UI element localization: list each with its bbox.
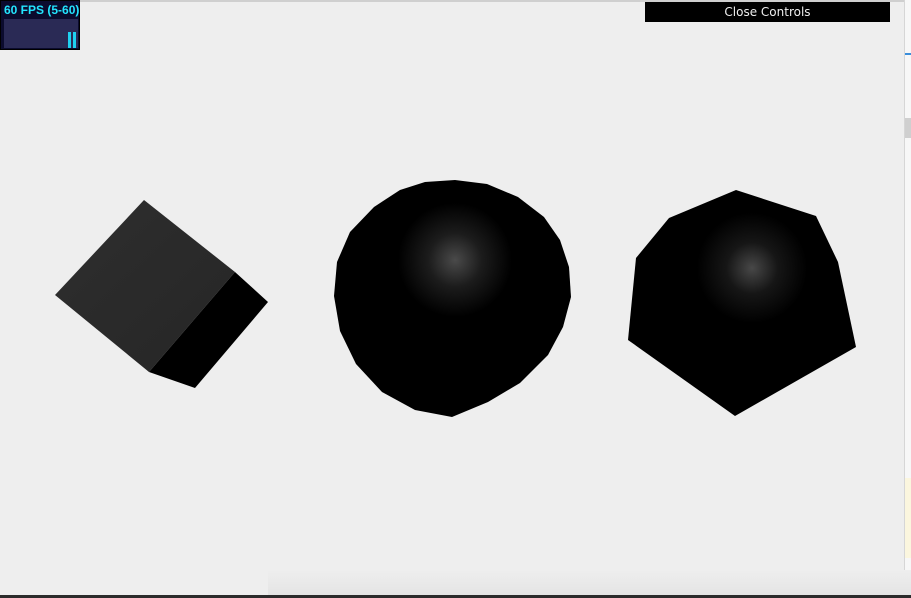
fps-graph-bar <box>68 32 71 48</box>
webgl-canvas[interactable]: 60 FPS (5-60) Close Controls <box>0 0 911 598</box>
side-panel-edge <box>905 478 911 558</box>
fps-stats-panel[interactable]: 60 FPS (5-60) <box>0 0 80 50</box>
scene-render <box>55 180 856 417</box>
scrollbar-thumb[interactable] <box>905 118 911 138</box>
fps-label: 60 FPS (5-60) <box>4 3 80 17</box>
bottom-panel-edge <box>268 570 911 596</box>
scrollbar-accent <box>905 53 911 55</box>
icosahedron-object <box>628 190 856 416</box>
cube-object <box>55 200 268 388</box>
close-controls-button[interactable]: Close Controls <box>645 2 890 22</box>
fps-graph-bar <box>73 32 76 48</box>
sphere-object <box>334 180 571 417</box>
fps-graph <box>4 19 78 48</box>
